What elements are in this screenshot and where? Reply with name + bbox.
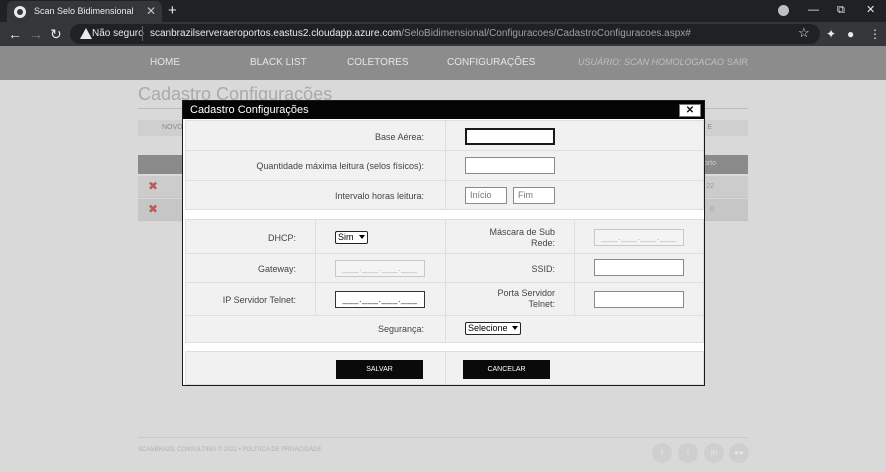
nav-configuracoes[interactable]: CONFIGURAÇÕES	[447, 57, 535, 68]
column-divider	[445, 316, 446, 342]
mascara-label-line2: Rede:	[530, 238, 555, 248]
cadastro-modal: Cadastro Configurações ✕ Base Aérea: Qua…	[182, 100, 705, 386]
delete-icon[interactable]: ✖	[148, 203, 158, 216]
column-divider	[445, 352, 446, 384]
url-host: scanbrazilserveraeroportos.eastus2.cloud…	[150, 28, 402, 39]
flickr-icon[interactable]: ●●	[729, 443, 749, 463]
address-bar[interactable]: Não seguro scanbrazilserveraeroportos.ea…	[70, 24, 820, 44]
toolbar-right-text: E	[707, 124, 712, 131]
url-path: /SeloBidimensional/Configuracoes/Cadastr…	[401, 28, 691, 39]
twitter-icon[interactable]: t	[652, 443, 672, 463]
fim-input[interactable]: Fim	[513, 187, 555, 204]
base-aerea-label: Base Aérea:	[374, 132, 424, 142]
ip-telnet-label: IP Servidor Telnet:	[222, 295, 296, 305]
mascara-label-line1: Máscara de Sub	[489, 227, 555, 237]
user-label: USUÁRIO: SCAN HOMOLOGACAO	[578, 57, 725, 67]
general-section: Base Aérea: Quantidade máxima leitura (s…	[185, 120, 704, 210]
browser-tab[interactable]: Scan Selo Bidimensional ✕	[7, 1, 162, 22]
restore-button[interactable]: ⧉	[837, 3, 845, 17]
tab-title: Scan Selo Bidimensional	[34, 6, 134, 16]
porta-input[interactable]	[594, 291, 684, 308]
media-icon[interactable]	[778, 5, 789, 16]
network-section: DHCP: Sim Máscara de Sub Rede: ___.___.__…	[185, 219, 704, 343]
quantidade-label: Quantidade máxima leitura (selos físicos…	[256, 161, 424, 171]
url-text[interactable]: scanbrazilserveraeroportos.eastus2.cloud…	[150, 28, 691, 39]
ssid-input[interactable]	[594, 259, 684, 276]
minimize-button[interactable]: —	[808, 3, 819, 17]
reload-button[interactable]: ↻	[50, 25, 62, 43]
footer-text: SCANBRAZIL CONSULTING © 2021 • POLÍTICA …	[138, 447, 322, 453]
salvar-button[interactable]: SALVAR	[336, 360, 423, 379]
globe-icon	[14, 6, 26, 18]
seguranca-select[interactable]: Selecione	[465, 322, 521, 335]
chevron-down-icon	[359, 235, 365, 239]
table-cell: 0	[710, 206, 714, 213]
dhcp-select[interactable]: Sim	[335, 231, 368, 244]
mascara-label: Máscara de Sub Rede:	[489, 227, 555, 249]
nav-sair[interactable]: SAIR	[727, 57, 748, 67]
column-divider	[445, 220, 446, 316]
column-divider	[574, 220, 575, 316]
url-separator	[142, 26, 143, 41]
dhcp-select-value: Sim	[338, 232, 354, 242]
column-divider	[315, 220, 316, 316]
table-cell: 22	[706, 183, 714, 190]
nav-coletores[interactable]: COLETORES	[347, 57, 409, 68]
browser-toolbar: ← → ↻ Não seguro scanbrazilserveraeropor…	[0, 22, 886, 46]
window-close-button[interactable]: ✕	[866, 3, 875, 17]
nav-home[interactable]: HOME	[150, 57, 180, 68]
extensions-icon[interactable]: ✦	[826, 26, 836, 42]
seguranca-select-value: Selecione	[468, 323, 508, 333]
inicio-input[interactable]: Início	[465, 187, 507, 204]
browser-tab-bar: Scan Selo Bidimensional ✕ + — ⧉ ✕	[0, 0, 886, 22]
nav-black-list[interactable]: BLACK LIST	[250, 57, 307, 68]
back-button[interactable]: ←	[8, 25, 22, 43]
close-icon[interactable]: ✕	[679, 104, 701, 117]
profile-icon[interactable]: ●	[847, 26, 854, 42]
browser-menu-icon[interactable]: ⋮	[869, 26, 881, 42]
insecure-label: Não seguro	[92, 28, 144, 39]
mascara-input[interactable]: ___.___.___.___	[594, 229, 684, 246]
gateway-input[interactable]: ___.___.___.___	[335, 260, 425, 277]
table-header-cell: orto	[703, 160, 716, 167]
forward-button[interactable]: →	[29, 25, 43, 43]
delete-icon[interactable]: ✖	[148, 180, 158, 193]
novo-button[interactable]: NOVO	[162, 124, 183, 131]
linkedin-icon[interactable]: in	[704, 443, 724, 463]
site-nav: HOME BLACK LIST COLETORES CONFIGURAÇÕES …	[0, 46, 886, 80]
ssid-label: SSID:	[531, 264, 555, 274]
modal-title: Cadastro Configurações	[190, 104, 309, 116]
warning-icon	[80, 28, 92, 39]
seguranca-label: Segurança:	[377, 324, 424, 334]
tab-close-icon[interactable]: ✕	[146, 4, 156, 18]
base-aerea-input[interactable]	[465, 128, 555, 145]
new-tab-button[interactable]: +	[168, 2, 177, 20]
quantidade-input[interactable]	[465, 157, 555, 174]
bookmark-star-icon[interactable]: ☆	[798, 25, 810, 41]
porta-label-line2: Telnet:	[528, 299, 555, 309]
cancelar-button[interactable]: CANCELAR	[463, 360, 550, 379]
ip-telnet-input[interactable]: ___.___.___.___	[335, 291, 425, 308]
dhcp-label: DHCP:	[267, 233, 296, 243]
gateway-label: Gateway:	[257, 264, 296, 274]
modal-header: Cadastro Configurações ✕	[183, 101, 704, 119]
column-divider	[445, 121, 446, 209]
chevron-down-icon	[512, 326, 518, 330]
facebook-icon[interactable]: f	[678, 443, 698, 463]
porta-label: Porta Servidor Telnet:	[497, 288, 555, 310]
footer-divider	[138, 437, 748, 438]
actions-section	[185, 351, 704, 385]
intervalo-label: Intervalo horas leitura:	[334, 191, 424, 201]
porta-label-line1: Porta Servidor	[497, 288, 555, 298]
